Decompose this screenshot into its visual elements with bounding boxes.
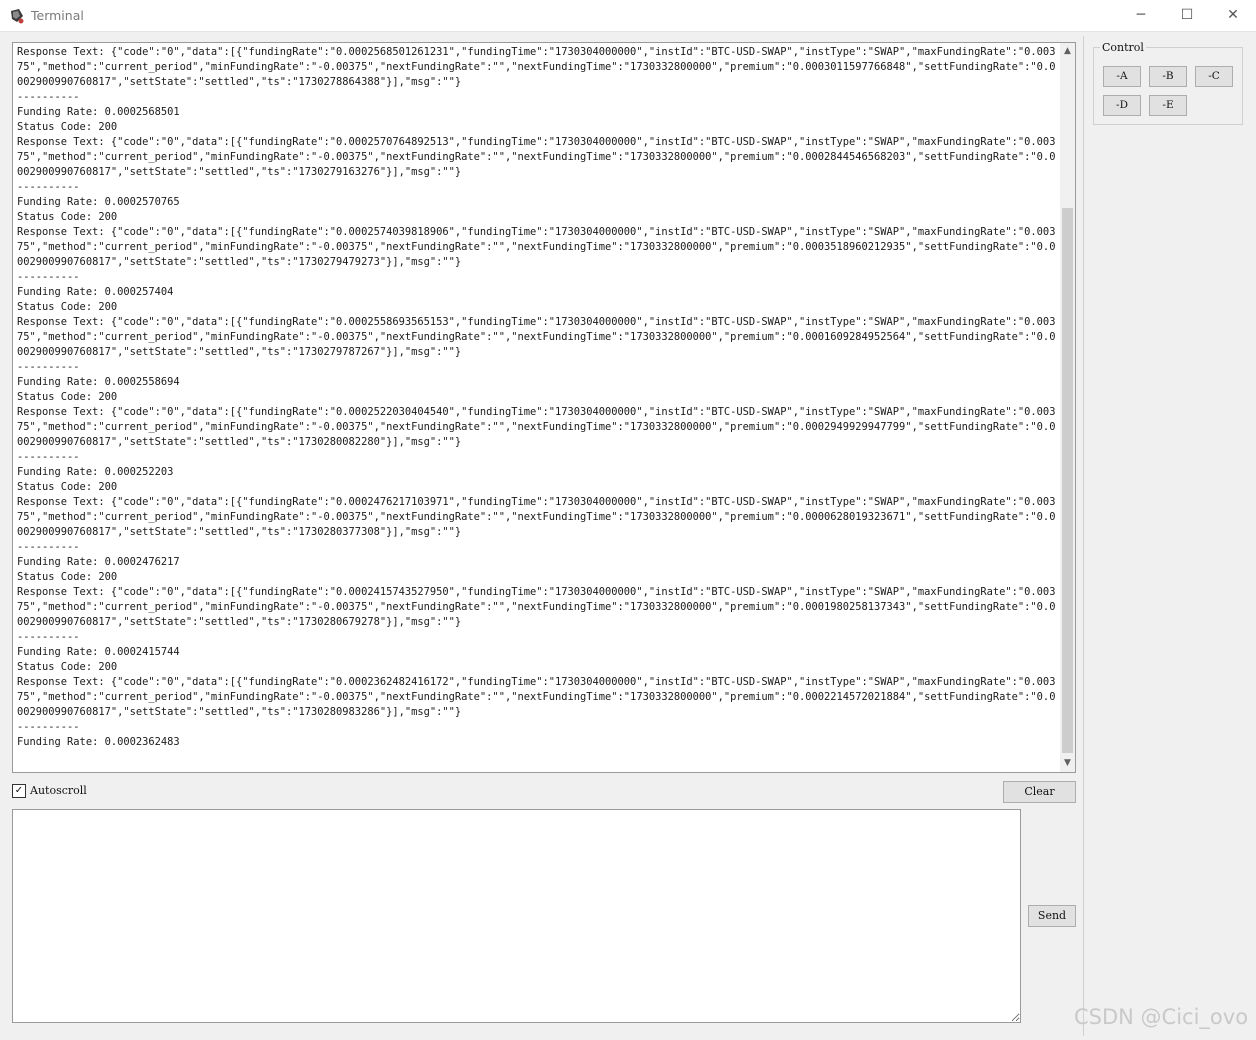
control-button-d[interactable]: -D	[1103, 95, 1141, 116]
terminal-app-icon	[11, 9, 24, 24]
minimize-button[interactable]: ─	[1118, 0, 1164, 31]
control-button-b[interactable]: -B	[1149, 66, 1187, 87]
control-button-a[interactable]: -A	[1103, 66, 1141, 87]
title-bar: Terminal ─ ☐ ✕	[0, 0, 1256, 32]
send-button[interactable]: Send	[1028, 905, 1076, 927]
scrollbar-thumb[interactable]	[1062, 208, 1073, 753]
console-output-text: Status Code: 200 Response Text: {"code":…	[17, 46, 1056, 748]
autoscroll-label: Autoscroll	[30, 784, 87, 797]
close-button[interactable]: ✕	[1210, 0, 1256, 31]
watermark: CSDN @Cici_ovo	[1074, 1005, 1249, 1029]
maximize-icon: ☐	[1180, 7, 1194, 23]
clear-button[interactable]: Clear	[1003, 781, 1076, 803]
maximize-button[interactable]: ☐	[1164, 0, 1210, 31]
panel-divider	[1083, 36, 1084, 1036]
minimize-icon: ─	[1136, 7, 1146, 23]
close-icon: ✕	[1227, 7, 1239, 23]
control-button-e[interactable]: -E	[1149, 95, 1187, 116]
autoscroll-checkbox[interactable]: ✓	[12, 784, 26, 798]
scroll-down-icon[interactable]: ▼	[1060, 755, 1075, 772]
control-button-c[interactable]: -C	[1195, 66, 1233, 87]
scroll-up-icon[interactable]: ▲	[1060, 43, 1075, 60]
control-group-title: Control	[1100, 41, 1146, 54]
send-input[interactable]	[12, 809, 1021, 1023]
window-title: Terminal	[31, 8, 84, 23]
output-console[interactable]: Status Code: 200 Response Text: {"code":…	[12, 42, 1076, 773]
console-scrollbar[interactable]: ▲ ▼	[1060, 43, 1075, 772]
